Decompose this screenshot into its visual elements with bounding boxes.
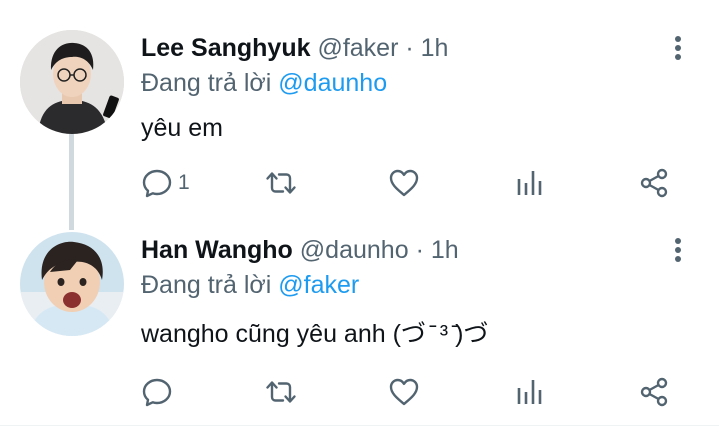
- like-icon: [389, 169, 419, 197]
- replying-to-prefix: Đang trả lời: [141, 69, 272, 97]
- like-button[interactable]: [387, 163, 421, 203]
- more-options-button[interactable]: [664, 34, 692, 62]
- tweet-header: Han Wangho @daunho · 1h: [141, 235, 459, 265]
- action-bar: [0, 372, 719, 412]
- tweet-header: Lee Sanghyuk @faker · 1h: [141, 33, 448, 63]
- retweet-icon: [266, 381, 296, 403]
- view-stats-button[interactable]: [513, 372, 547, 412]
- more-options-button[interactable]: [664, 236, 692, 264]
- mention-link[interactable]: @daunho: [278, 69, 387, 97]
- like-button[interactable]: [387, 372, 421, 412]
- replying-to: Đang trả lời @faker: [141, 270, 359, 300]
- tweet[interactable]: Lee Sanghyuk @faker · 1h Đang trả lời @d…: [0, 0, 719, 230]
- avatar[interactable]: [20, 30, 124, 134]
- bottom-divider: [0, 425, 719, 426]
- share-icon: [640, 168, 668, 198]
- display-name[interactable]: Lee Sanghyuk: [141, 34, 311, 62]
- reply-button[interactable]: 1: [140, 163, 190, 203]
- retweet-button[interactable]: [264, 372, 298, 412]
- share-button[interactable]: [637, 163, 671, 203]
- mention-link[interactable]: @faker: [278, 271, 359, 299]
- reply-count: 1: [178, 171, 190, 194]
- retweet-button[interactable]: [264, 163, 298, 203]
- share-icon: [640, 377, 668, 407]
- user-handle[interactable]: @faker: [317, 34, 398, 62]
- timestamp[interactable]: 1h: [421, 34, 449, 62]
- reply-icon: [142, 378, 172, 407]
- separator: ·: [405, 34, 414, 62]
- timestamp[interactable]: 1h: [431, 236, 459, 264]
- user-handle[interactable]: @daunho: [300, 236, 409, 264]
- retweet-icon: [266, 172, 296, 194]
- action-bar: 1: [0, 163, 719, 203]
- separator: ·: [415, 236, 424, 264]
- tweet-text: wangho cũng yêu anh (づ ̄ ³ ̄)づ: [141, 320, 489, 348]
- reply-icon: [142, 169, 172, 198]
- view-stats-button[interactable]: [513, 163, 547, 203]
- avatar[interactable]: [20, 232, 124, 336]
- tweet-text: yêu em: [141, 114, 223, 142]
- share-button[interactable]: [637, 372, 671, 412]
- like-icon: [389, 378, 419, 406]
- reply-button[interactable]: [140, 372, 178, 412]
- more-vertical-icon: [675, 238, 681, 262]
- more-vertical-icon: [675, 36, 681, 60]
- stats-icon: [517, 171, 542, 195]
- replying-to-prefix: Đang trả lời: [141, 271, 272, 299]
- display-name[interactable]: Han Wangho: [141, 236, 293, 264]
- replying-to: Đang trả lời @daunho: [141, 68, 387, 98]
- stats-icon: [517, 380, 542, 404]
